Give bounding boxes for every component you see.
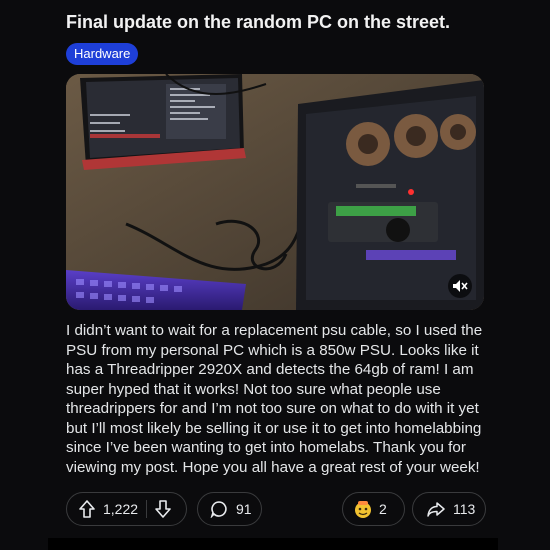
- comment-count: 91: [236, 501, 252, 517]
- downvote-icon[interactable]: [155, 500, 171, 518]
- vote-divider: [146, 500, 148, 518]
- media-image: [66, 74, 484, 310]
- share-button[interactable]: 113: [412, 492, 486, 526]
- award-icon: [353, 499, 373, 519]
- comments-button[interactable]: 91: [197, 492, 262, 526]
- upvote-icon[interactable]: [79, 500, 95, 518]
- post-body: I didn’t want to wait for a replacement …: [66, 322, 483, 476]
- award-button[interactable]: 2: [342, 492, 405, 526]
- action-bar: 1,222 91 2 113: [66, 492, 486, 528]
- upvote-count: 1,222: [103, 501, 139, 517]
- award-count: 2: [379, 501, 387, 517]
- comment-icon: [210, 500, 228, 518]
- share-icon: [427, 501, 445, 517]
- share-count: 113: [453, 501, 476, 517]
- post-title[interactable]: Final update on the random PC on the str…: [66, 10, 526, 34]
- mute-icon[interactable]: [448, 274, 472, 298]
- vote-control: 1,222: [66, 492, 187, 526]
- flair-badge[interactable]: Hardware: [66, 43, 139, 65]
- bottom-bar: [48, 538, 498, 550]
- post-media[interactable]: [66, 74, 484, 310]
